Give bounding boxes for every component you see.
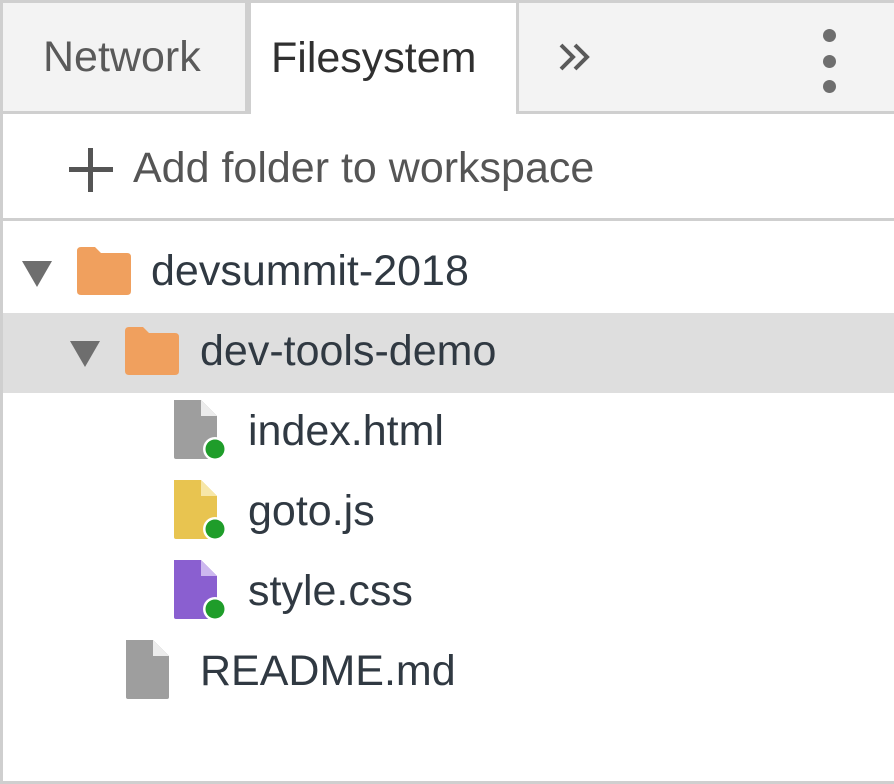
more-options-button[interactable] (809, 29, 849, 93)
sync-status-dot (205, 519, 225, 539)
tree-item-folder-root[interactable]: devsummit-2018 (3, 233, 894, 313)
more-tabs-button[interactable] (547, 33, 603, 81)
tree-item-label: devsummit-2018 (151, 247, 469, 295)
tree-item-label: style.css (248, 567, 413, 615)
tree-item-label: index.html (248, 407, 444, 455)
tree-item-file[interactable]: index.html (3, 393, 894, 473)
file-html-icon (174, 400, 225, 461)
tab-network[interactable]: Network (3, 3, 248, 111)
tree-item-label: goto.js (248, 487, 375, 535)
file-tree: devsummit-2018 dev-tools-demo index.html (3, 233, 894, 713)
folder-icon (77, 247, 131, 295)
sync-status-dot (205, 599, 225, 619)
add-folder-label: Add folder to workspace (133, 144, 595, 192)
tree-item-label: README.md (200, 647, 456, 695)
add-folder-button[interactable]: Add folder to workspace (3, 114, 894, 221)
tree-item-label: dev-tools-demo (200, 327, 497, 375)
file-md-icon (126, 640, 169, 699)
file-css-icon (174, 560, 225, 621)
more-vertical-icon-dot (822, 80, 836, 93)
tab-strip: Network Filesystem (3, 3, 894, 114)
triangle-down-icon[interactable] (22, 261, 52, 287)
tree-item-file[interactable]: README.md (3, 633, 894, 713)
file-js-icon (174, 480, 225, 541)
chevron-double-right-icon (559, 43, 590, 71)
triangle-down-icon[interactable] (70, 341, 100, 367)
tab-filesystem[interactable]: Filesystem (248, 3, 519, 114)
more-vertical-icon-dot (822, 54, 836, 68)
tab-filesystem-label: Filesystem (271, 34, 477, 82)
tree-item-file[interactable]: goto.js (3, 473, 894, 553)
tree-item-file[interactable]: style.css (3, 553, 894, 633)
sync-status-dot (205, 439, 225, 459)
tab-network-label: Network (43, 32, 201, 81)
sources-sidebar-panel: Network Filesystem Add folder to workspa… (0, 0, 894, 784)
tree-item-folder-sub[interactable]: dev-tools-demo (3, 313, 894, 393)
more-vertical-icon (822, 29, 836, 42)
plus-icon (69, 148, 113, 192)
folder-icon (125, 327, 179, 375)
